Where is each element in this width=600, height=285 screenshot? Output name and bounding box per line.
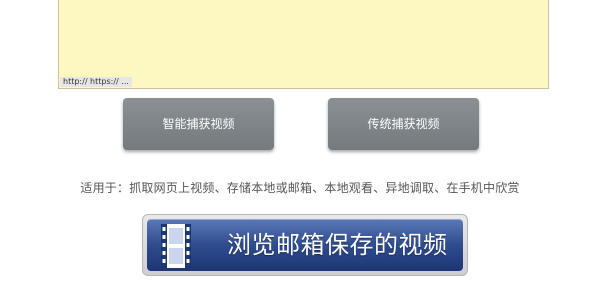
- url-placeholder-hint: http:// https:// ...: [60, 77, 132, 87]
- browse-mailbox-videos-button-face[interactable]: 浏览邮箱保存的视频: [147, 219, 463, 271]
- browse-mailbox-videos-button[interactable]: 浏览邮箱保存的视频: [142, 214, 468, 276]
- browse-mailbox-videos-label: 浏览邮箱保存的视频: [227, 231, 448, 259]
- film-strip-icon: [161, 224, 191, 268]
- classic-capture-button[interactable]: 传统捕获视频: [328, 98, 479, 150]
- page: http:// https:// ... 智能捕获视频 传统捕获视频 适用于：抓…: [0, 0, 600, 285]
- url-input-area[interactable]: http:// https:// ...: [58, 0, 549, 89]
- smart-capture-button[interactable]: 智能捕获视频: [123, 98, 274, 150]
- applies-to-description: 适用于：抓取网页上视频、存储本地或邮箱、本地观看、异地调取、在手机中欣赏: [80, 181, 520, 195]
